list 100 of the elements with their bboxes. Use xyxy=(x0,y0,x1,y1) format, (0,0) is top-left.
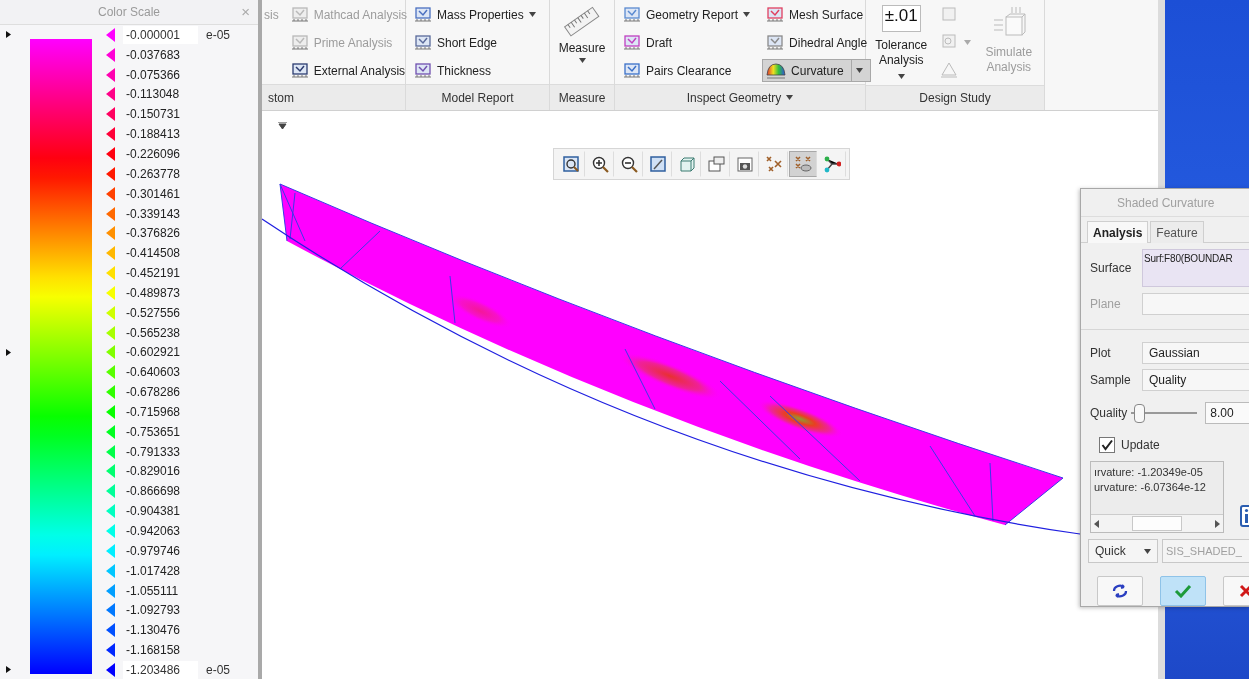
zoom-in-icon xyxy=(591,155,609,173)
level-marker-icon[interactable] xyxy=(106,543,115,558)
ruler-box-icon xyxy=(766,34,785,51)
level-value: -0.829016 xyxy=(126,464,181,479)
quality-value-field[interactable]: 8.00 xyxy=(1205,402,1249,424)
level-marker-icon[interactable] xyxy=(106,404,115,419)
field-label: Quality xyxy=(1090,406,1128,420)
ribbon-button[interactable]: Mass Properties xyxy=(410,3,540,26)
crosses-eye-icon xyxy=(794,155,812,173)
level-marker-icon[interactable] xyxy=(106,365,115,380)
result-line: ırvature: -1.20349e-05 xyxy=(1094,465,1204,480)
level-marker-icon[interactable] xyxy=(106,226,115,241)
ruler-box-icon xyxy=(290,62,309,79)
level-marker-icon[interactable] xyxy=(106,504,115,519)
field-label: Sample xyxy=(1090,373,1132,387)
level-marker-icon[interactable] xyxy=(106,424,115,439)
caret-icon xyxy=(578,58,586,63)
scroll-right-icon xyxy=(1215,519,1220,528)
pointer-icon[interactable] xyxy=(6,348,11,356)
level-marker-icon[interactable] xyxy=(106,325,115,340)
plot-dropdown[interactable]: Gaussian xyxy=(1142,342,1249,364)
field-label: Plot xyxy=(1090,346,1112,360)
level-marker-icon[interactable] xyxy=(106,603,115,618)
ribbon-button[interactable]: External Analysis xyxy=(286,59,412,82)
level-marker-icon[interactable] xyxy=(106,623,115,638)
scroll-thumb[interactable] xyxy=(1132,516,1182,531)
level-value: -0.339143 xyxy=(126,206,181,221)
dialog-tab[interactable]: Analysis xyxy=(1087,221,1149,243)
group-label: Model Report xyxy=(441,90,514,105)
level-marker-icon[interactable] xyxy=(106,643,115,658)
level-value: -1.055111 xyxy=(126,583,179,598)
ribbon-button[interactable]: Dihedral Angle xyxy=(762,31,872,54)
level-marker-icon[interactable] xyxy=(106,524,115,538)
level-marker-icon[interactable] xyxy=(106,583,115,598)
level-marker-icon[interactable] xyxy=(106,285,115,300)
ruler-box-icon xyxy=(414,34,432,51)
checkbox-label: Update xyxy=(1121,438,1160,452)
level-value: -1.130476 xyxy=(126,623,181,638)
ribbon-button[interactable]: Thickness xyxy=(410,59,540,82)
level-value-field[interactable]: -1.203486 xyxy=(123,660,198,679)
ruler-box-icon xyxy=(623,6,641,23)
level-marker-icon[interactable] xyxy=(106,246,115,261)
level-marker-icon[interactable] xyxy=(106,166,115,181)
level-marker-icon[interactable] xyxy=(106,47,115,62)
ruler-box-icon xyxy=(623,62,641,79)
ribbon-button[interactable]: Mesh Surface xyxy=(762,3,872,26)
group-label: Measure xyxy=(558,90,606,105)
level-marker-icon[interactable] xyxy=(106,662,115,677)
level-marker-icon[interactable] xyxy=(106,345,115,360)
level-marker-icon[interactable] xyxy=(106,206,115,221)
ribbon-large-button[interactable]: Measure xyxy=(554,3,610,65)
mode-dropdown[interactable]: Quick xyxy=(1088,539,1158,563)
level-marker-icon[interactable] xyxy=(106,266,115,281)
level-marker-icon[interactable] xyxy=(106,385,115,400)
level-marker-icon[interactable] xyxy=(106,107,115,122)
level-marker-icon[interactable] xyxy=(106,444,115,459)
update-checkbox[interactable] xyxy=(1099,437,1115,453)
pointer-icon[interactable] xyxy=(6,31,11,39)
dialog-tab[interactable]: Feature xyxy=(1150,221,1204,243)
ribbon-button[interactable]: Pairs Clearance xyxy=(619,59,755,82)
level-value: -0.753651 xyxy=(126,424,181,439)
level-value-field[interactable]: -0.000001 xyxy=(123,25,198,44)
level-marker-icon[interactable] xyxy=(106,127,115,142)
zoom-out-icon xyxy=(620,155,638,173)
curvature-split-button[interactable]: Curvature xyxy=(762,59,872,82)
info-icon[interactable] xyxy=(1240,505,1249,527)
ribbon-button[interactable]: Draft xyxy=(619,31,755,54)
ribbon-large-button[interactable]: ±.01 Tolerance Analysis xyxy=(870,3,933,85)
ok-button[interactable] xyxy=(1160,576,1206,606)
level-marker-icon[interactable] xyxy=(106,305,115,320)
caret-icon xyxy=(963,39,971,45)
level-marker-icon[interactable] xyxy=(106,563,115,578)
plane-field[interactable] xyxy=(1142,293,1249,315)
level-value: -0.414508 xyxy=(126,246,181,261)
level-value: -0.640603 xyxy=(126,365,181,380)
quality-slider-thumb[interactable] xyxy=(1133,404,1145,423)
level-value: -0.715968 xyxy=(126,404,181,419)
camera-icon xyxy=(736,155,754,173)
surface-field[interactable]: Surf:F80(BOUNDAR xyxy=(1142,249,1249,287)
level-marker-icon[interactable] xyxy=(106,186,115,201)
sample-dropdown[interactable]: Quality xyxy=(1142,369,1249,391)
rainbow-surface-icon xyxy=(766,62,787,79)
level-marker-icon[interactable] xyxy=(106,67,115,82)
level-value: -0.602921 xyxy=(126,345,181,360)
level-marker-icon[interactable] xyxy=(106,27,115,42)
view-menu-button[interactable] xyxy=(276,120,289,131)
ribbon-button[interactable]: Short Edge xyxy=(410,31,540,54)
connected-nodes-icon xyxy=(823,155,841,173)
level-value: -0.489873 xyxy=(126,285,181,300)
caret-icon xyxy=(278,122,287,129)
level-marker-icon[interactable] xyxy=(106,147,115,161)
level-value: -0.075366 xyxy=(126,67,181,82)
horizontal-scrollbar[interactable] xyxy=(1091,514,1223,532)
repaint-button[interactable] xyxy=(1097,576,1143,606)
level-marker-icon[interactable] xyxy=(106,87,115,102)
pointer-icon[interactable] xyxy=(6,666,11,674)
level-marker-icon[interactable] xyxy=(106,464,115,479)
ribbon-button[interactable]: Geometry Report xyxy=(619,3,755,26)
level-marker-icon[interactable] xyxy=(106,484,115,499)
check-icon xyxy=(1174,584,1192,598)
